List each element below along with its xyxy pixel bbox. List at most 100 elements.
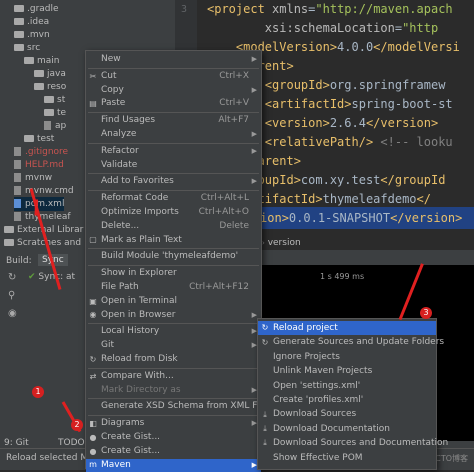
download-sources-icon: ⤓ [263,409,267,419]
submenu-arrow-icon: ▶ [251,130,257,138]
menu-item-open-settings-xml[interactable]: Open 'settings.xml' [258,379,436,393]
menu-item-label: Open in Browser [101,309,176,320]
menu-item-new[interactable]: New ▶ [86,53,261,67]
menu-item-analyze[interactable]: Analyze ▶ [86,128,261,142]
menu-item-git[interactable]: Git ▶ [86,339,261,353]
tree-item[interactable]: mvnw [14,171,52,185]
menu-item-diagrams[interactable]: ◧ Diagrams ▶ [86,417,261,431]
refresh-icon[interactable]: ↻ [8,272,16,283]
tree-item[interactable]: main [24,54,60,68]
annotation-badge-1: 1 [32,386,44,398]
menu-item-create-gist[interactable]: ● Create Gist... [86,445,261,459]
menu-separator [88,398,259,400]
menu-item-create-profiles-xml[interactable]: Create 'profiles.xml' [258,393,436,407]
tree-item[interactable]: pom.xml [14,197,65,211]
tree-item-label: java [47,69,66,79]
tree-item[interactable]: .gitignore [14,145,68,159]
file-icon [14,199,21,208]
tree-item[interactable]: Scratches and [4,236,81,250]
folder-icon [24,57,34,64]
menu-separator [88,173,259,175]
menu-item-paste[interactable]: ▤ Paste Ctrl+V [86,97,261,111]
menu-item-label: Show in Explorer [101,268,177,279]
tree-item[interactable]: ap [44,119,66,133]
tab-git[interactable]: 9: Git [4,438,29,448]
menu-item-open-in-terminal[interactable]: ▣ Open in Terminal [86,295,261,309]
code-token: com.xy.test [300,173,381,187]
menu-item-copy[interactable]: Copy ▶ [86,84,261,98]
menu-item-generate-sources-and-update-folders[interactable]: ↻ Generate Sources and Update Folders [258,335,444,349]
download-documentation-icon: ⤓ [263,423,267,433]
menu-item-label: Create Gist... [101,445,161,456]
code-token: </version> [365,116,439,130]
menu-item-label: Local History [101,326,160,337]
tree-item[interactable]: .gradle [14,2,59,16]
code-token: </modelVersi [373,40,460,54]
tree-item-label: thymeleaf [25,212,71,222]
menu-shortcut: Ctrl+Alt+L [200,193,249,204]
menu-item-refactor[interactable]: Refactor ▶ [86,145,261,159]
tree-item[interactable]: test [24,132,54,146]
tree-item[interactable]: java [34,67,66,81]
menu-item-generate-xsd-schema-from-xml-file[interactable]: Generate XSD Schema from XML File... [86,400,276,414]
menu-item-reformat-code[interactable]: Reformat Code Ctrl+Alt+L [86,192,261,206]
menu-item-show-in-explorer[interactable]: Show in Explorer [86,267,261,281]
tree-item[interactable]: te [44,106,66,120]
tree-item-label: test [37,134,55,144]
menu-item-compare-with[interactable]: ⇄ Compare With... [86,370,261,384]
menu-item-delete[interactable]: Delete... Delete [86,220,261,234]
menu-item-reload-project[interactable]: ↻ Reload project [258,321,436,336]
code-token: = [394,21,403,35]
menu-item-download-sources[interactable]: ⤓ Download Sources [258,407,436,421]
file-icon [14,147,21,156]
file-icon [14,186,21,195]
folder-icon [34,70,44,77]
menu-item-find-usages[interactable]: Find Usages Alt+F7 [86,114,261,128]
menu-item-file-path[interactable]: File Path Ctrl+Alt+F12 [86,281,261,295]
menu-item-download-sources-and-documentation[interactable]: ⤓ Download Sources and Documentation [258,436,448,450]
code-token: </version> [390,211,463,225]
menu-item-build-module-thymeleafdemo[interactable]: Build Module 'thymeleafdemo' [86,250,261,264]
menu-item-label: Unlink Maven Projects [273,366,373,377]
menu-item-open-in-browser[interactable]: ◉ Open in Browser ▶ [86,309,261,323]
file-icon [44,121,51,130]
tree-item[interactable]: src [14,41,40,55]
menu-item-ignore-projects[interactable]: Ignore Projects [258,350,436,364]
code-token: 2.6.4 [329,116,366,130]
tree-item[interactable]: HELP.md [14,158,64,172]
tree-item[interactable]: mvnw.cmd [14,184,74,198]
menu-item-unlink-maven-projects[interactable]: Unlink Maven Projects [258,364,436,378]
menu-item-reload-from-disk[interactable]: ↻ Reload from Disk [86,353,261,367]
tree-item[interactable]: st [44,93,65,107]
menu-item-add-to-favorites[interactable]: Add to Favorites ▶ [86,175,261,189]
tree-item-label: .gradle [27,4,59,14]
menu-item-download-documentation[interactable]: ⤓ Download Documentation [258,422,436,436]
menu-item-label: Download Sources and Documentation [273,438,449,449]
menu-item-optimize-imports[interactable]: Optimize Imports Ctrl+Alt+O [86,206,261,220]
menu-shortcut: Ctrl+X [219,70,249,81]
menu-item-mark-as-plain-text[interactable]: ▢ Mark as Plain Text [86,234,261,248]
tab-todo[interactable]: TODO [58,438,85,448]
breadcrumb[interactable]: › version [262,236,301,250]
menu-item-show-effective-pom[interactable]: Show Effective POM [258,451,436,465]
tree-item[interactable]: .mvn [14,28,50,42]
tree-item-label: .idea [27,17,50,27]
menu-item-create-gist[interactable]: ● Create Gist... [86,431,261,445]
menu-item-label: Paste [101,98,126,109]
pin-icon[interactable]: ⚲ [8,290,15,301]
menu-item-label: Compare With... [101,370,174,381]
eye-icon[interactable]: ◉ [8,308,17,319]
annotation-badge-3: 3 [420,307,432,319]
menu-item-local-history[interactable]: Local History ▶ [86,325,261,339]
menu-item-label: Ignore Projects [273,351,340,362]
menu-separator [88,112,259,114]
reload-project-icon: ↻ [261,323,269,333]
tree-item[interactable]: reso [34,80,66,94]
menu-item-validate[interactable]: Validate [86,159,261,173]
menu-separator [88,142,259,144]
menu-item-cut[interactable]: ✂ Cut Ctrl+X [86,70,261,84]
menu-item-maven[interactable]: m Maven ▶ [86,458,261,472]
code-token: "http://maven.apach [315,2,453,16]
build-time: 1 s 499 ms [320,272,365,281]
tree-item[interactable]: .idea [14,15,49,29]
